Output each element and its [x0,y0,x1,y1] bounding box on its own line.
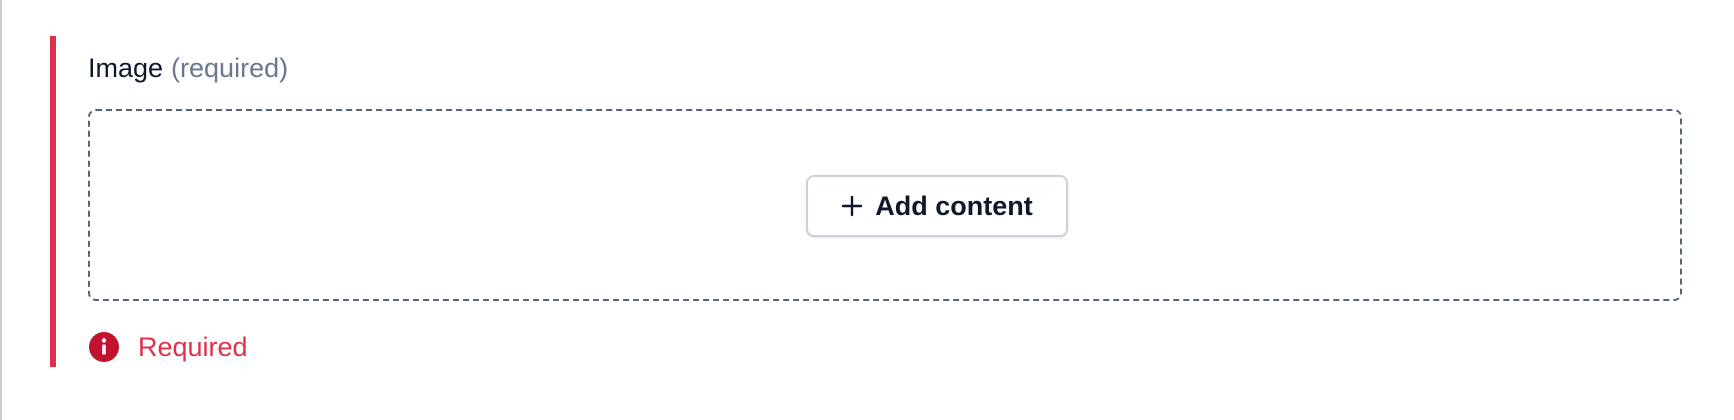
field-label-text: Image [88,53,164,83]
plus-icon [842,195,863,217]
content-dropzone[interactable]: Add content [88,109,1682,301]
error-message: Required [138,331,248,362]
add-content-button[interactable]: Add content [806,175,1068,237]
left-edge-divider [0,0,2,420]
error-indicator-bar [50,36,56,367]
info-icon [89,332,119,362]
required-hint: (required) [171,53,289,83]
field-label: Image (required) [88,50,288,86]
image-field: Image (required) Add content Required [50,36,1690,367]
add-content-label: Add content [875,190,1033,221]
field-error: Required [88,331,248,363]
